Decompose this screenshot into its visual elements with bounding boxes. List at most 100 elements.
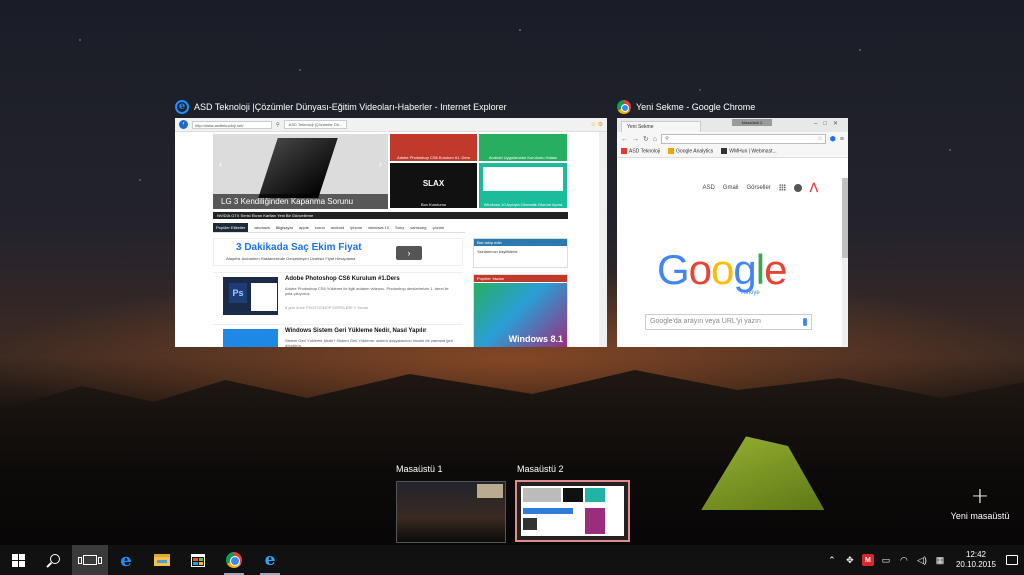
tag-item: windows 10 <box>368 225 390 230</box>
notifications-icon <box>793 183 802 192</box>
post-description: Adobe Photoshop CS6 Yükleme ile ilgili a… <box>285 286 449 296</box>
link-images: Görseller <box>746 184 771 191</box>
post-meta: 6 gün önce PHOTOSHOP DERSLERİ 0 Yorum <box>285 305 369 310</box>
apps-icon <box>778 184 786 191</box>
plus-icon: + <box>970 484 990 509</box>
back-icon: ← <box>621 135 628 143</box>
chrome-tab: Yeni Sekme <box>621 121 701 132</box>
chrome-window-title-text: Yeni Sekme - Google Chrome <box>636 102 756 112</box>
desktop-1-label: Masaüstü 1 <box>396 464 443 474</box>
chevron-up-icon[interactable]: ⌃ <box>826 554 838 566</box>
asd-icon <box>621 148 627 155</box>
ie-address-bar: ‹ http://www.asdteknoloji.net/ ⚲ ASD Tek… <box>175 118 607 132</box>
new-desktop-button[interactable]: + Yeni masaüstü <box>948 484 1012 522</box>
tile-windows10: Windows 10 Açılışta Otomatik Oturum Açma <box>479 163 567 208</box>
chrome-scrollbar <box>842 178 848 347</box>
desktop-2-thumbnail[interactable] <box>515 480 630 542</box>
post-title: Adobe Photoshop CS6 Kurulum #1.Ders <box>285 276 400 282</box>
omnibox: ⚲ ☆ <box>661 134 826 144</box>
search-icon <box>50 554 60 564</box>
clock-time: 12:42 <box>965 550 986 559</box>
reload-icon: ↻ <box>643 136 649 143</box>
chrome-taskbar-button[interactable] <box>216 545 252 575</box>
hero-caption: LG 3 Kendiliğinden Kapanma Sorunu <box>213 194 388 209</box>
clock-date: 20.10.2015 <box>955 560 996 569</box>
side-box-popular: Popüler Yazılar Windows 8.1 <box>473 274 568 347</box>
tags-header: Popüler Etiketler <box>213 223 249 232</box>
chrome-icon <box>617 100 631 114</box>
clock[interactable]: 12:42 20.10.2015 <box>956 550 996 570</box>
favorites-icon: ☆ ⚙ <box>590 122 603 128</box>
tag-item: Bilgisayar <box>275 225 294 230</box>
desktop-2-label: Masaüstü 2 <box>517 464 564 474</box>
volume-icon[interactable]: ◁) <box>916 554 928 566</box>
store-icon <box>191 553 205 567</box>
news-ticker: NVIDIA GTX Serisi Ekran Kartları Yeni Bi… <box>213 212 568 219</box>
wifi-icon[interactable]: ◠ <box>898 554 910 566</box>
forward-icon: → <box>632 135 639 143</box>
ie-window-thumbnail[interactable]: ‹ http://www.asdteknoloji.net/ ⚲ ASD Tek… <box>175 118 607 347</box>
chrome-window-title[interactable]: Yeni Sekme - Google Chrome <box>617 100 755 114</box>
ie-icon: e <box>264 550 276 570</box>
search-button[interactable] <box>36 545 72 575</box>
post-description: Sistem Geri Yükleme Nedir? Sistem Geri Y… <box>285 338 453 347</box>
search-icon: ⚲ <box>665 136 669 142</box>
edge-button[interactable]: e <box>108 545 144 575</box>
windows-logo-icon <box>11 553 25 567</box>
taskbar: e e ⌃ ✥ M ▭ ◠ ◁) ▦ 12:42 20.10.2015 <box>0 545 1024 575</box>
post-thumbnail: Ps <box>223 277 278 315</box>
post-item: Windows Sistem Geri Yükleme Nedir, Nasıl… <box>213 324 463 347</box>
back-arrow-icon: ‹ <box>179 120 188 129</box>
task-view-button[interactable] <box>72 545 108 575</box>
task-view-icon <box>78 555 102 565</box>
hero-phone-image <box>258 138 338 198</box>
google-search-box: Google'da arayın veya URL'yi yazın <box>645 314 812 330</box>
post-item: Ps Adobe Photoshop CS6 Kurulum #1.Ders A… <box>213 272 463 320</box>
ad-title: 3 Dakikada Saç Ekim Fiyat <box>236 242 362 253</box>
new-desktop-label: Yeni masaüstü <box>950 511 1010 521</box>
bookmarks-bar: ASD Teknoloji Google Analytics WMHun | W… <box>617 146 848 158</box>
tag-item: çözüm <box>432 225 445 230</box>
extension-icon: ⬢ <box>829 136 836 143</box>
system-tray: ⌃ ✥ M ▭ ◠ ◁) ▦ 12:42 20.10.2015 <box>826 545 1024 575</box>
mega-icon[interactable]: M <box>861 554 874 566</box>
tag-item: sorun <box>314 225 325 230</box>
link-asd: ASD <box>702 184 715 191</box>
desktop-2-preview <box>521 486 624 536</box>
desktop-1-thumbnail[interactable] <box>396 481 506 543</box>
bookmark-analytics: Google Analytics <box>668 148 713 155</box>
side-box-follow: Bizi takip edin Yazılarımızı bayiliklerl… <box>473 238 568 268</box>
chrome-icon <box>226 552 242 568</box>
ie-scrollbar <box>599 132 607 347</box>
popular-tags: Popüler Etiketler windows Bilgisayar apple s… <box>213 223 465 233</box>
ie-icon: e <box>175 100 189 114</box>
slider-prev-icon: ‹ <box>219 159 223 170</box>
ie-window-title-text: ASD Teknoloji |Çözümler Dünyası-Eğitim V… <box>194 102 507 112</box>
tag-item: samsung <box>410 225 427 230</box>
keyboard-icon[interactable]: ▦ <box>934 554 946 566</box>
start-button[interactable] <box>0 545 36 575</box>
analytics-icon <box>668 148 675 155</box>
avatar: ⋀ <box>809 182 818 193</box>
tile-photoshop: Adobe Photoshop CS6 Kurulum #1. Ders <box>390 134 477 161</box>
window-controls: –□✕ <box>814 121 844 127</box>
tag-item: Sony <box>395 225 405 230</box>
slider-next-icon: › <box>378 159 382 170</box>
ie-window-title[interactable]: e ASD Teknoloji |Çözümler Dünyası-Eğitim… <box>175 100 507 114</box>
chrome-toolbar: ← → ↻ ⌂ ⚲ ☆ ⬢ ≡ <box>617 132 848 146</box>
tag-item: iphone <box>350 225 363 230</box>
action-center-icon[interactable] <box>1006 555 1018 565</box>
desktop-tooltip: Masaüstü 2 <box>732 119 772 126</box>
store-button[interactable] <box>180 545 216 575</box>
dropbox-icon[interactable]: ✥ <box>844 554 856 566</box>
ie-page-content: ‹ › LG 3 Kendiliğinden Kapanma Sorunu Ad… <box>213 134 568 347</box>
google-region: Türkiye <box>740 290 760 296</box>
file-explorer-button[interactable] <box>144 545 180 575</box>
chrome-window-thumbnail[interactable]: Yeni Sekme –□✕ ← → ↻ ⌂ ⚲ ☆ ⬢ ≡ ASD Tekno… <box>617 118 848 347</box>
bookmark-asd: ASD Teknoloji <box>621 148 660 155</box>
ie-taskbar-button[interactable]: e <box>252 545 288 575</box>
battery-icon[interactable]: ▭ <box>880 554 892 566</box>
tile-slax: SLAX Box Kurulumu <box>390 163 477 208</box>
edge-icon: e <box>120 549 132 571</box>
wmhun-icon <box>721 148 728 155</box>
